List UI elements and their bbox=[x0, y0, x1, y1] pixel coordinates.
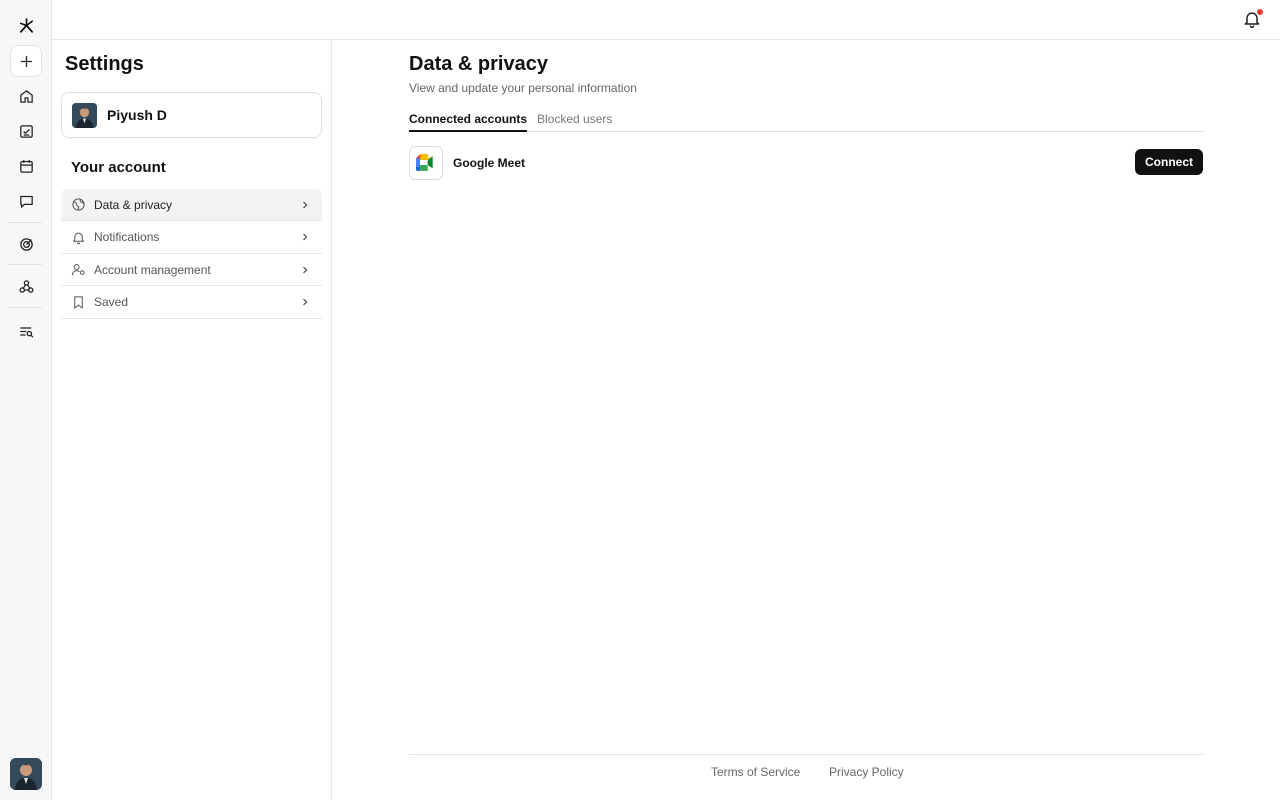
webhook-icon[interactable] bbox=[10, 270, 42, 302]
privacy-policy-link[interactable]: Privacy Policy bbox=[829, 765, 904, 779]
page-subtitle: View and update your personal informatio… bbox=[409, 81, 637, 95]
settings-menu: Data & privacy Notifications Account man… bbox=[61, 189, 322, 319]
account-name: Google Meet bbox=[453, 155, 526, 170]
chat-bubble-icon[interactable] bbox=[10, 185, 42, 217]
menu-item-account-management[interactable]: Account management bbox=[61, 254, 322, 286]
app-logo-icon[interactable] bbox=[10, 9, 42, 41]
chevron-right-icon bbox=[300, 297, 310, 307]
menu-item-label: Notifications bbox=[94, 230, 160, 244]
chevron-right-icon bbox=[300, 232, 310, 242]
plus-icon[interactable] bbox=[10, 45, 42, 77]
tab-blocked-users[interactable]: Blocked users bbox=[537, 112, 612, 132]
settings-sidebar: Settings Piyush D Your account Data & pr… bbox=[52, 40, 332, 800]
home-icon[interactable] bbox=[10, 80, 42, 112]
calendar-icon[interactable] bbox=[10, 150, 42, 182]
target-icon[interactable] bbox=[10, 228, 42, 260]
menu-item-data-privacy[interactable]: Data & privacy bbox=[61, 189, 322, 221]
menu-item-label: Data & privacy bbox=[94, 197, 173, 212]
top-bar bbox=[52, 0, 1280, 40]
user-avatar[interactable] bbox=[10, 758, 42, 790]
notifications-bell-icon[interactable] bbox=[1242, 9, 1263, 29]
profile-card[interactable]: Piyush D bbox=[61, 92, 322, 138]
profile-avatar bbox=[72, 102, 97, 128]
footer: Terms of Service Privacy Policy bbox=[409, 754, 1203, 794]
search-list-icon[interactable] bbox=[10, 315, 42, 347]
icon-rail bbox=[0, 0, 52, 800]
user-gear-icon bbox=[71, 262, 86, 277]
bell-icon bbox=[71, 230, 86, 245]
section-title: Your account bbox=[71, 159, 166, 176]
notification-dot bbox=[1257, 9, 1263, 15]
globe-icon bbox=[71, 197, 86, 212]
page-title: Data & privacy bbox=[409, 53, 548, 75]
terms-of-service-link[interactable]: Terms of Service bbox=[711, 765, 800, 779]
chevron-right-icon bbox=[300, 200, 310, 210]
tab-bar: Connected accounts Blocked users bbox=[409, 112, 1203, 132]
settings-title: Settings bbox=[65, 53, 144, 75]
menu-item-label: Account management bbox=[94, 262, 211, 277]
profile-name: Piyush D bbox=[107, 107, 167, 123]
menu-item-label: Saved bbox=[94, 295, 129, 309]
connected-account-row: Google Meet Connect bbox=[409, 145, 1203, 180]
google-meet-icon bbox=[409, 145, 443, 180]
bookmark-icon bbox=[71, 295, 86, 310]
task-list-icon[interactable] bbox=[10, 115, 42, 147]
rail-divider bbox=[8, 222, 42, 223]
menu-item-notifications[interactable]: Notifications bbox=[61, 222, 322, 254]
tab-connected-accounts[interactable]: Connected accounts bbox=[409, 112, 528, 132]
chevron-right-icon bbox=[300, 265, 310, 275]
rail-divider bbox=[8, 307, 42, 308]
menu-item-saved[interactable]: Saved bbox=[61, 287, 322, 319]
rail-divider bbox=[8, 264, 42, 265]
connect-button[interactable]: Connect bbox=[1135, 149, 1203, 175]
